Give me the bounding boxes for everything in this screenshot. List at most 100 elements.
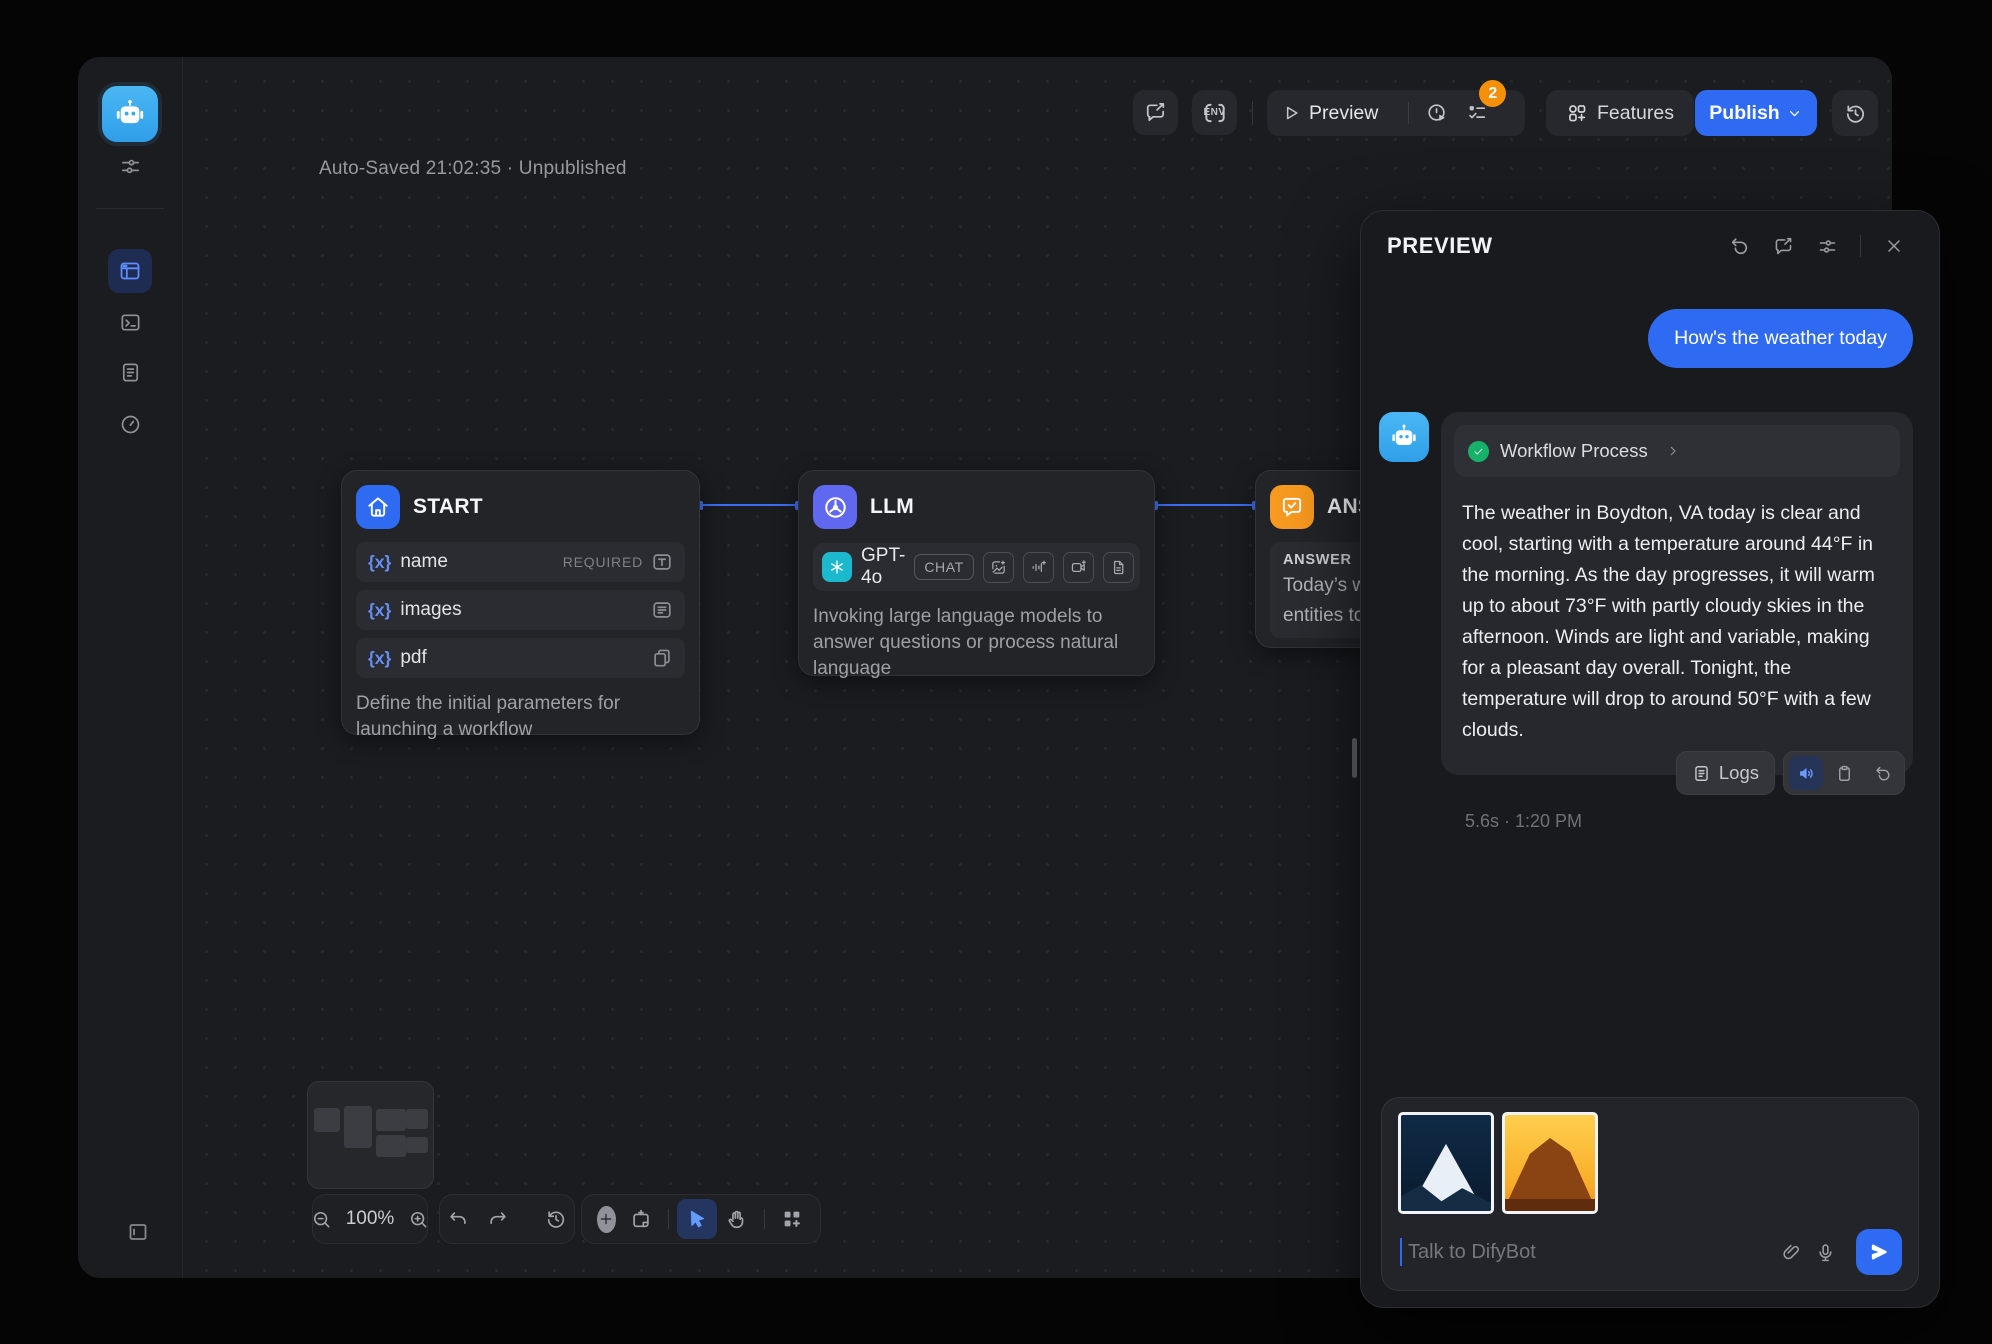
hand-tool-button[interactable]: [719, 1201, 755, 1237]
minimap[interactable]: [307, 1081, 434, 1189]
collapse-sidebar-icon[interactable]: [122, 1216, 154, 1248]
preview-title: PREVIEW: [1387, 233, 1493, 259]
llm-icon: [813, 485, 857, 529]
chevron-right-icon: [1665, 443, 1681, 459]
attachment-thumbnail-snow-mountain[interactable]: [1398, 1112, 1494, 1214]
chat-input[interactable]: [1406, 1240, 1774, 1265]
view-history-button[interactable]: [538, 1201, 574, 1237]
history-controls: [439, 1194, 575, 1244]
divider: [764, 1209, 765, 1229]
sidebar-item-terminal-icon[interactable]: [108, 300, 152, 344]
minimap-node: [376, 1135, 406, 1157]
model-name: GPT-4o: [861, 545, 905, 589]
field-label: images: [400, 599, 461, 621]
start-field-pdf[interactable]: {x} pdf: [356, 638, 685, 678]
send-icon: [1868, 1241, 1890, 1263]
attach-file-icon[interactable]: [1774, 1235, 1808, 1269]
chat-input-card: [1381, 1097, 1919, 1291]
regenerate-icon[interactable]: [1865, 756, 1899, 790]
redo-button[interactable]: [480, 1201, 516, 1237]
play-icon: [1281, 103, 1301, 123]
chat-mode-badge: CHAT: [914, 554, 973, 580]
logs-label: Logs: [1719, 762, 1759, 784]
features-label: Features: [1597, 102, 1674, 125]
audio-capability-icon: [1023, 552, 1054, 583]
variable-icon: {x}: [368, 600, 391, 621]
close-icon[interactable]: [1875, 227, 1913, 265]
llm-model-selector[interactable]: GPT-4o CHAT: [813, 543, 1140, 591]
chat-area: How's the weather today: [1361, 281, 1939, 832]
divider: [1252, 101, 1253, 125]
logs-icon: [1692, 764, 1711, 783]
chat-input-row: [1400, 1228, 1902, 1276]
node-start[interactable]: START {x} name REQUIRED {x} images: [341, 470, 700, 735]
text-caret: [1400, 1238, 1402, 1266]
add-node-button[interactable]: [597, 1206, 616, 1233]
divider: [1408, 102, 1409, 124]
send-button[interactable]: [1856, 1229, 1902, 1275]
copy-icon[interactable]: [1827, 756, 1861, 790]
autosave-status: Auto-Saved 21:02:35 · Unpublished: [319, 158, 627, 180]
field-label: name: [400, 551, 448, 573]
bot-avatar-robot-icon: [1379, 412, 1429, 462]
start-field-images[interactable]: {x} images: [356, 590, 685, 630]
edge-start-llm: [700, 504, 798, 506]
logs-button[interactable]: Logs: [1676, 751, 1775, 795]
checklist-button[interactable]: 2: [1457, 93, 1497, 133]
publish-button[interactable]: Publish: [1695, 90, 1817, 136]
node-llm-description: Invoking large language models to answer…: [813, 604, 1140, 682]
divider: [668, 1209, 669, 1229]
zoom-in-button[interactable]: [404, 1201, 432, 1237]
sidebar-item-logs-icon[interactable]: [108, 350, 152, 394]
screen: Auto-Saved 21:02:35 · Unpublished START …: [0, 0, 1992, 1344]
sidebar-item-monitoring-icon[interactable]: [108, 402, 152, 446]
sidebar-item-orchestrate-active[interactable]: [108, 249, 152, 293]
features-button[interactable]: Features: [1546, 90, 1694, 136]
workflow-process-toggle[interactable]: Workflow Process: [1454, 425, 1900, 477]
tool-controls: [581, 1194, 821, 1244]
start-field-name[interactable]: {x} name REQUIRED: [356, 542, 685, 582]
edge-llm-answer: [1155, 504, 1255, 506]
bot-message-text: The weather in Boydton, VA today is clea…: [1462, 498, 1892, 746]
node-llm[interactable]: LLM GPT-4o CHAT: [798, 470, 1155, 676]
conversation-settings-icon[interactable]: [1808, 227, 1846, 265]
required-badge: REQUIRED: [563, 554, 643, 570]
user-message-bubble: How's the weather today: [1648, 309, 1913, 368]
restart-conversation-icon[interactable]: [1720, 227, 1758, 265]
run-history-button[interactable]: [1417, 93, 1457, 133]
variable-icon: {x}: [368, 552, 391, 573]
add-note-button[interactable]: [623, 1201, 659, 1237]
panel-resize-handle[interactable]: [1352, 738, 1357, 778]
annotation-button[interactable]: [1133, 90, 1178, 135]
pointer-tool-button[interactable]: [677, 1199, 717, 1239]
workflow-process-label: Workflow Process: [1500, 440, 1648, 462]
node-start-description: Define the initial parameters for launch…: [356, 691, 685, 743]
minimap-node: [406, 1137, 428, 1153]
preview-label: Preview: [1309, 102, 1378, 125]
message-action-group: [1783, 751, 1905, 795]
microphone-icon[interactable]: [1808, 1235, 1842, 1269]
attached-images: [1398, 1112, 1902, 1214]
environment-variables-button[interactable]: ENV: [1192, 90, 1237, 135]
vision-capability-icon: [983, 552, 1014, 583]
paragraph-type-icon: [651, 599, 673, 621]
annotation-icon[interactable]: [1764, 227, 1802, 265]
attachment-thumbnail-orange-mountain[interactable]: [1502, 1112, 1598, 1214]
variable-icon: {x}: [368, 648, 391, 669]
speaker-icon[interactable]: [1789, 756, 1823, 790]
env-label: ENV: [1203, 107, 1225, 118]
success-check-icon: [1468, 441, 1489, 462]
divider: [1860, 235, 1861, 257]
zoom-level[interactable]: 100%: [346, 1208, 395, 1230]
checklist-badge: 2: [1479, 80, 1506, 107]
zoom-out-button[interactable]: [308, 1201, 336, 1237]
undo-button[interactable]: [440, 1201, 476, 1237]
sidebar-item-settings-sliders-icon[interactable]: [108, 144, 152, 188]
preview-run-button[interactable]: Preview: [1273, 93, 1400, 133]
organize-nodes-button[interactable]: [774, 1201, 810, 1237]
version-history-button[interactable]: [1832, 90, 1878, 136]
sidebar-divider: [96, 208, 164, 209]
sidebar: [78, 57, 183, 1278]
app-logo-robot-icon[interactable]: [102, 86, 158, 142]
run-group: Preview 2: [1267, 90, 1525, 136]
